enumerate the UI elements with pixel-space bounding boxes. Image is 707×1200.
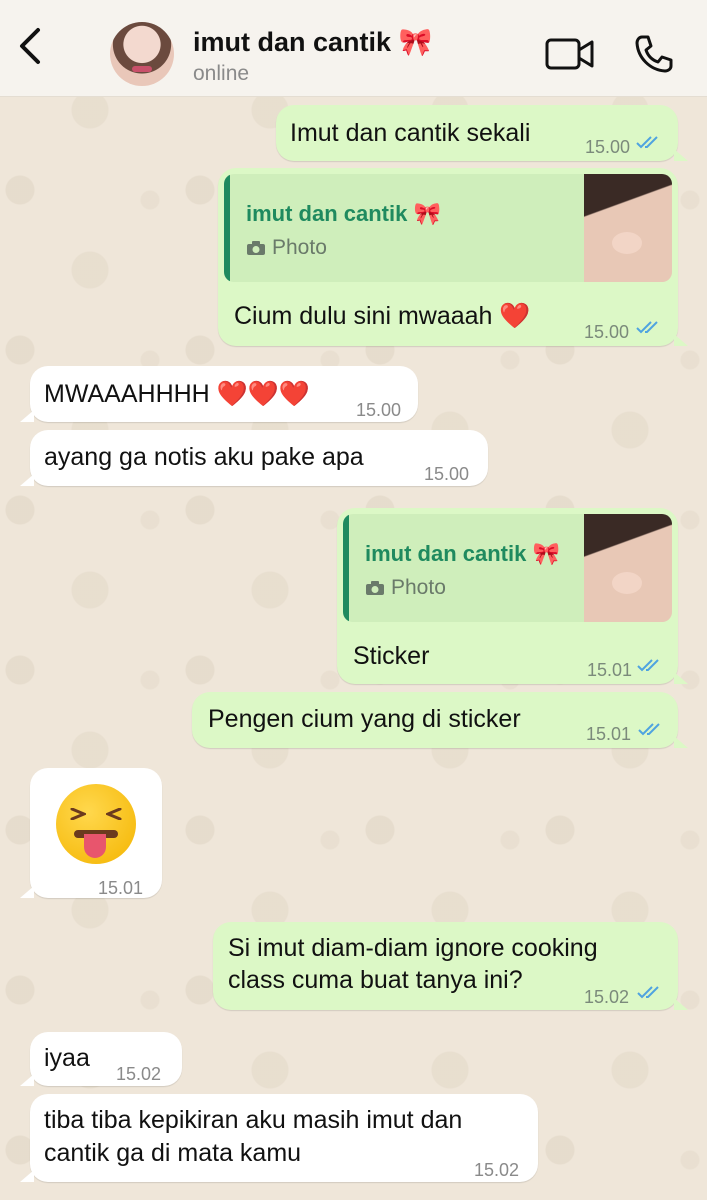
message-text: Imut dan cantik sekali <box>290 119 531 147</box>
message-text: MWAAAHHHH ❤️❤️❤️ <box>44 380 311 408</box>
reply-accent-bar <box>224 174 230 282</box>
bubble-tail <box>20 1074 34 1086</box>
quoted-type-label: Photo <box>391 576 446 599</box>
quoted-type: Photo <box>365 572 446 604</box>
camera-icon <box>247 241 265 255</box>
message-text: iyaa <box>44 1044 90 1072</box>
bubble-tail <box>20 474 34 486</box>
video-camera-icon[interactable] <box>545 36 595 72</box>
bubble-tail <box>674 672 688 684</box>
message-time: 15.00 <box>585 137 631 157</box>
message-time: 15.01 <box>98 878 144 898</box>
message-time: 15.01 <box>587 660 633 680</box>
squinting-face-with-tongue-emoji <box>56 784 136 864</box>
chat-header: imut dan cantik 🎀 online <box>0 0 707 97</box>
message-text-line-1: Si imut diam-diam ignore cooking <box>228 934 598 962</box>
quoted-sender: imut dan cantik 🎀 <box>246 201 441 226</box>
read-ticks-icon <box>637 986 659 999</box>
message-time: 15.02 <box>474 1160 520 1180</box>
read-ticks-icon <box>637 659 659 672</box>
bubble-tail <box>674 334 688 346</box>
phone-icon[interactable] <box>634 34 674 74</box>
avatar[interactable] <box>110 22 174 86</box>
read-ticks-icon <box>636 136 658 149</box>
message-text: ayang ga notis aku pake apa <box>44 443 364 471</box>
bubble-tail <box>674 736 688 748</box>
quoted-type: Photo <box>246 232 327 264</box>
bubble-tail <box>20 886 34 898</box>
quoted-photo-thumbnail <box>584 514 672 622</box>
quoted-reply[interactable]: imut dan cantik 🎀 Photo <box>224 174 672 282</box>
message-bubble-incoming[interactable]: tiba tiba kepikiran aku masih imut dan c… <box>20 1094 538 1182</box>
message-bubble-outgoing[interactable]: imut dan cantik 🎀 Photo Cium dulu sini m… <box>218 168 688 346</box>
bubble-tail <box>20 1170 34 1182</box>
bubble-tail <box>674 998 688 1010</box>
reply-accent-bar <box>343 514 349 622</box>
message-bubble-incoming[interactable]: ayang ga notis aku pake apa 15.00 <box>20 430 488 486</box>
message-time: 15.02 <box>584 987 630 1007</box>
camera-icon <box>366 581 384 595</box>
message-time: 15.00 <box>424 464 470 484</box>
message-bubble-incoming[interactable]: 15.01 <box>20 768 162 898</box>
message-text-line-2: class cuma buat tanya ini? <box>228 966 523 994</box>
quoted-type-label: Photo <box>272 236 327 259</box>
quoted-reply[interactable]: imut dan cantik 🎀 Photo <box>343 514 672 622</box>
quoted-photo-thumbnail <box>584 174 672 282</box>
read-ticks-icon <box>638 723 660 736</box>
contact-name[interactable]: imut dan cantik 🎀 <box>193 26 432 58</box>
message-bubble-outgoing[interactable]: Si imut diam-diam ignore cooking class c… <box>213 922 688 1010</box>
message-text: Sticker <box>353 642 430 670</box>
message-text-line-2: cantik ga di mata kamu <box>44 1139 302 1167</box>
message-text: Pengen cium yang di sticker <box>208 705 521 733</box>
message-time: 15.02 <box>116 1064 162 1084</box>
contact-status: online <box>193 62 250 85</box>
message-bubble-outgoing[interactable]: imut dan cantik 🎀 Photo Sticker 15.01 <box>337 508 688 684</box>
bubble-tail <box>674 149 688 161</box>
read-ticks-icon <box>636 321 658 334</box>
quoted-sender: imut dan cantik 🎀 <box>365 541 560 566</box>
message-text: Cium dulu sini mwaaah ❤️ <box>234 302 531 330</box>
message-bubble-outgoing[interactable]: Imut dan cantik sekali 15.00 <box>276 105 688 161</box>
message-bubble-outgoing[interactable]: Pengen cium yang di sticker 15.01 <box>192 692 688 748</box>
message-time: 15.01 <box>586 724 632 744</box>
message-bubble-incoming[interactable]: iyaa 15.02 <box>20 1032 182 1086</box>
message-time: 15.00 <box>356 400 402 420</box>
message-time: 15.00 <box>584 322 630 342</box>
bubble-tail <box>20 410 34 422</box>
message-text-line-1: tiba tiba kepikiran aku masih imut dan <box>44 1106 463 1134</box>
chevron-left-icon[interactable] <box>14 26 48 66</box>
message-bubble-incoming[interactable]: MWAAAHHHH ❤️❤️❤️ 15.00 <box>20 366 418 422</box>
